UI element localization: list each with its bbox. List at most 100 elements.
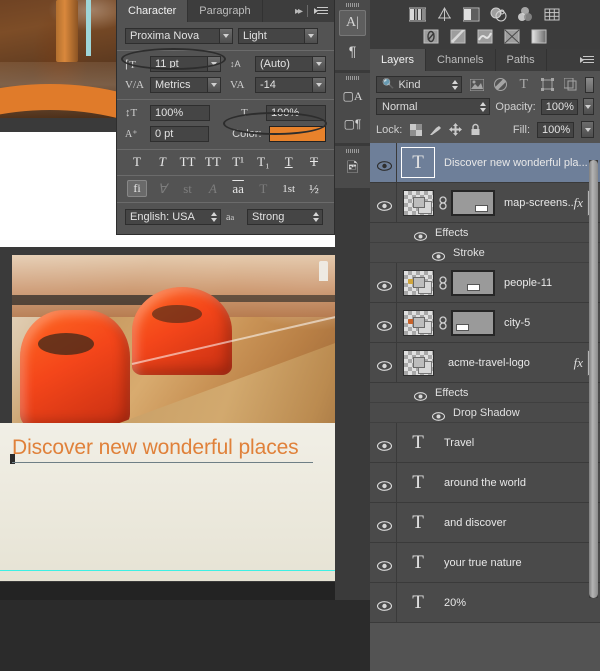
faux-bold-button[interactable]: T — [127, 154, 147, 170]
eye-icon[interactable] — [376, 358, 392, 371]
opacity-input[interactable]: 100% — [540, 98, 578, 115]
panel-menu-icon[interactable] — [580, 55, 594, 65]
lock-transparent-pixels-icon[interactable] — [409, 123, 422, 136]
table-row[interactable]: T Discover new wonderful pla... — [370, 143, 600, 183]
language-select[interactable]: English: USA — [125, 209, 221, 225]
layer-name[interactable]: map-screens... — [495, 197, 574, 209]
table-row[interactable]: city-5 — [370, 303, 600, 343]
table-row[interactable]: T around the world — [370, 463, 600, 503]
link-icon[interactable] — [437, 315, 448, 330]
layer-name[interactable]: and discover — [435, 517, 600, 529]
ordinals-button[interactable]: 1st — [279, 183, 299, 195]
lock-image-pixels-icon[interactable] — [429, 123, 442, 136]
eye-icon[interactable] — [376, 158, 392, 171]
tab-character[interactable]: Character — [117, 0, 189, 22]
layer-name[interactable]: your true nature — [435, 557, 600, 569]
eye-icon[interactable] — [413, 388, 428, 401]
vibrance-icon[interactable] — [517, 6, 534, 23]
layer-visibility-toggle[interactable] — [370, 463, 397, 502]
shape-filter-icon[interactable] — [538, 76, 557, 93]
type-filter-icon[interactable]: T — [515, 76, 534, 93]
color-balance-icon[interactable] — [423, 28, 440, 45]
panel-menu-icon[interactable] — [314, 6, 328, 16]
paragraph-styles-icon[interactable]: ▢¶ — [339, 111, 366, 137]
vertical-scale-input[interactable]: 100% — [150, 105, 210, 121]
adjustment-filter-icon[interactable] — [491, 76, 510, 93]
layer-thumbnail-text[interactable]: T — [401, 427, 435, 458]
fx-icon[interactable]: fx — [574, 195, 587, 211]
all-caps-button[interactable]: TT — [178, 154, 198, 170]
table-row[interactable]: people-11 — [370, 263, 600, 303]
chevron-down-icon[interactable] — [304, 29, 317, 43]
tracking-input[interactable]: -14 — [255, 77, 326, 93]
eye-icon[interactable] — [376, 598, 392, 611]
layer-visibility-toggle[interactable] — [370, 183, 397, 222]
text-color-swatch[interactable] — [268, 126, 326, 142]
tab-channels[interactable]: Channels — [426, 49, 496, 71]
list-item[interactable]: Effects — [370, 383, 600, 403]
eye-icon[interactable] — [376, 198, 392, 211]
chevron-down-icon[interactable] — [219, 29, 232, 43]
smart-object-filter-icon[interactable] — [562, 76, 581, 93]
layer-visibility-toggle[interactable] — [370, 583, 397, 622]
eye-icon[interactable] — [376, 478, 392, 491]
fx-icon[interactable]: fx — [574, 355, 587, 371]
standard-ligatures-button[interactable]: fi — [127, 180, 147, 197]
filter-toggle-icon[interactable] — [585, 76, 594, 93]
exposure-icon[interactable] — [490, 6, 507, 23]
eye-icon[interactable] — [431, 248, 446, 261]
channel-mixer-icon[interactable] — [504, 28, 521, 45]
paragraph-tool-icon[interactable]: ¶ — [339, 38, 366, 64]
hue-saturation-icon[interactable] — [544, 6, 561, 23]
chevron-down-icon[interactable] — [312, 57, 325, 71]
tab-paths[interactable]: Paths — [495, 49, 547, 71]
link-icon[interactable] — [437, 195, 448, 210]
contextual-alternates-button[interactable]: Ɐ — [152, 181, 172, 197]
eye-icon[interactable] — [376, 278, 392, 291]
lock-position-icon[interactable] — [449, 123, 463, 136]
small-caps-button[interactable]: TT — [203, 154, 223, 170]
scrollbar-thumb[interactable] — [589, 160, 598, 598]
drag-grip[interactable] — [335, 75, 370, 81]
canvas-headline-text[interactable]: Discover new wonderful places — [12, 436, 299, 460]
stepper-icon[interactable] — [480, 101, 487, 112]
swash-button[interactable]: A — [203, 181, 223, 197]
pixel-filter-icon[interactable] — [467, 76, 486, 93]
layer-name[interactable]: Discover new wonderful pla... — [435, 157, 600, 169]
chevron-down-icon[interactable] — [207, 78, 220, 92]
subscript-button[interactable]: T₁ — [253, 154, 273, 170]
double-arrow-right-icon[interactable]: ▸▸ — [295, 6, 303, 17]
eye-icon[interactable] — [376, 518, 392, 531]
eye-icon[interactable] — [376, 318, 392, 331]
layer-visibility-toggle[interactable] — [370, 423, 397, 462]
layer-visibility-toggle[interactable] — [370, 303, 397, 342]
layer-thumbnail-image[interactable] — [403, 349, 434, 376]
table-row[interactable]: T and discover — [370, 503, 600, 543]
layer-mask-thumbnail[interactable] — [451, 189, 495, 216]
horizontal-scale-input[interactable]: 100% — [266, 105, 326, 121]
eye-icon[interactable] — [376, 438, 392, 451]
list-item[interactable]: Effects — [370, 223, 600, 243]
drag-grip[interactable] — [335, 2, 370, 8]
drag-grip[interactable] — [335, 148, 370, 154]
fill-dropdown-icon[interactable] — [581, 121, 594, 138]
fill-input[interactable]: 100% — [537, 121, 574, 138]
layer-name[interactable]: around the world — [435, 477, 600, 489]
titling-alternates-button[interactable]: T — [253, 181, 273, 197]
tab-paragraph[interactable]: Paragraph — [188, 0, 263, 22]
blend-mode-select[interactable]: Normal — [376, 98, 491, 115]
layer-thumbnail-image[interactable] — [403, 189, 434, 216]
layer-thumbnail-image[interactable] — [403, 269, 434, 296]
black-white-icon[interactable] — [450, 28, 467, 45]
character-styles-icon[interactable]: ▢A — [339, 83, 366, 109]
kerning-input[interactable]: Metrics — [150, 77, 221, 93]
stepper-icon[interactable] — [211, 212, 217, 222]
underline-button[interactable]: T — [279, 154, 299, 170]
layers-vertical-scrollbar[interactable] — [589, 160, 598, 598]
curves-icon[interactable] — [463, 6, 480, 23]
eye-icon[interactable] — [376, 558, 392, 571]
gradient-map-icon[interactable] — [531, 28, 548, 45]
link-icon[interactable] — [437, 275, 448, 290]
eye-icon[interactable] — [431, 408, 446, 421]
layer-mask-thumbnail[interactable] — [451, 309, 495, 336]
